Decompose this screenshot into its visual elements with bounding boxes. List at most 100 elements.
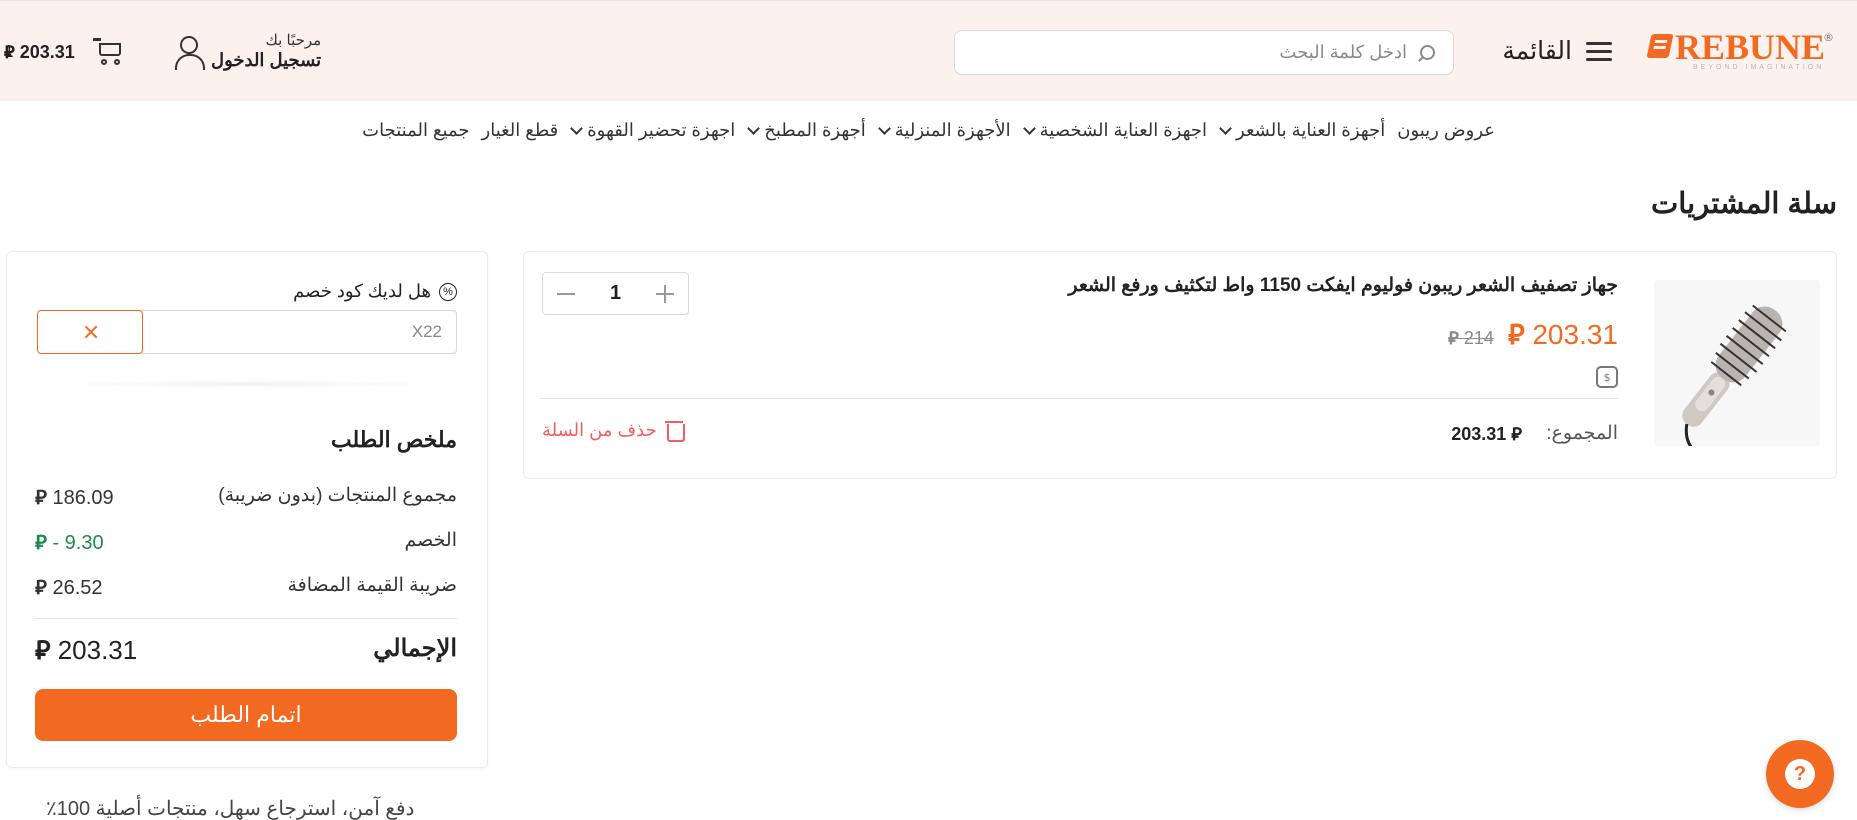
nav-item-kitchen[interactable]: أجهزة المطبخ xyxy=(741,120,872,141)
nav-item-label: عروض ريبون xyxy=(1397,119,1495,140)
summary-total-label: الإجمالي xyxy=(373,635,457,662)
summary-title: ملخص الطلب xyxy=(330,427,457,452)
clear-coupon-button[interactable] xyxy=(37,310,143,354)
summary-row-value: ⃁ - 9.30 xyxy=(35,529,104,555)
search-input[interactable] xyxy=(967,42,1407,63)
nav-item-home-appliances[interactable]: الأجهزة المنزلية xyxy=(872,120,1017,141)
summary-row-label: الخصم xyxy=(404,530,457,551)
item-total-amount: 203.31 xyxy=(1451,424,1507,444)
chevron-down-icon xyxy=(570,121,584,135)
menu-button[interactable]: القائمة xyxy=(1502,33,1612,69)
discount-icon: % xyxy=(439,282,457,301)
installments-icon: $ xyxy=(1596,366,1618,388)
brand-registered: ® xyxy=(1823,31,1834,44)
cart-item-card: جهاز تصفيف الشعر ريبون فوليوم ايفكت 1150… xyxy=(523,251,1837,479)
item-divider xyxy=(540,398,1618,399)
chevron-down-icon xyxy=(877,121,891,135)
increase-quantity-button[interactable] xyxy=(654,283,676,305)
header-cart[interactable]: ⃁ 203.31 xyxy=(4,29,127,73)
riyal-icon: ⃁ xyxy=(1511,424,1522,445)
user-icon xyxy=(173,34,205,70)
summary-row-label: ضريبة القيمة المضافة xyxy=(287,575,457,596)
remove-from-cart-button[interactable]: حذف من السلة xyxy=(542,419,685,442)
quantity-stepper: 1 xyxy=(542,272,689,315)
question-icon: ? xyxy=(1785,759,1815,789)
product-price-now: 203.31 ⃁ xyxy=(1508,315,1618,352)
total-amount: 203.31 xyxy=(57,635,138,665)
coupon-input[interactable] xyxy=(123,310,457,354)
chevron-down-icon xyxy=(1022,121,1036,135)
account-login[interactable]: مرحبًا بك تسجيل الدخول xyxy=(173,26,321,78)
summary-total-value: ⃁ 203.31 xyxy=(35,634,137,667)
brand-tagline: BEYOND IMAGINATION xyxy=(1693,64,1825,71)
nav-item-label: أجهزة العناية بالشعر xyxy=(1236,119,1386,140)
welcome-text: مرحبًا بك xyxy=(265,32,322,50)
chevron-down-icon xyxy=(747,121,761,135)
riyal-icon: ⃁ xyxy=(35,575,47,599)
vat-amount: 26.52 xyxy=(52,577,103,599)
login-link[interactable]: تسجيل الدخول xyxy=(211,50,321,72)
nav-item-offers[interactable]: عروض ريبون xyxy=(1391,120,1501,141)
summary-row-vat: ضريبة القيمة المضافة ⃁ 26.52 xyxy=(35,574,457,600)
search-icon[interactable] xyxy=(1417,43,1437,63)
search-box xyxy=(954,30,1454,75)
summary-row-value: ⃁ 26.52 xyxy=(35,574,103,600)
riyal-icon: ⃁ xyxy=(1448,328,1459,349)
nav-item-label: أجهزة المطبخ xyxy=(764,119,866,140)
price-now-value: 203.31 xyxy=(1532,319,1618,350)
category-nav: عروض ريبون أجهزة العناية بالشعر اجهزة ال… xyxy=(356,116,1501,144)
remove-label: حذف من السلة xyxy=(542,419,657,440)
nav-item-hair-care[interactable]: أجهزة العناية بالشعر xyxy=(1213,120,1391,141)
product-price-old: 214 ⃁ xyxy=(1448,326,1494,349)
subtotal-amount: 186.09 xyxy=(52,487,114,509)
riyal-icon: ⃁ xyxy=(35,485,47,509)
site-header: REBUNE ® BEYOND IMAGINATION القائمة مرحب… xyxy=(0,0,1857,101)
nav-item-label: الأجهزة المنزلية xyxy=(894,119,1011,140)
riyal-icon: ⃁ xyxy=(1507,318,1525,351)
help-button[interactable]: ? xyxy=(1766,740,1834,808)
summary-row-subtotal: مجموع المنتجات (بدون ضريبة) ⃁ 186.09 xyxy=(35,484,457,510)
cart-count-badge: 1 xyxy=(4,41,15,61)
brand-mark-icon xyxy=(1646,34,1674,58)
summary-total: الإجمالي ⃁ 203.31 xyxy=(35,634,457,667)
nav-item-spare-parts[interactable]: قطع الغيار xyxy=(476,120,565,141)
summary-row-label: مجموع المنتجات (بدون ضريبة) xyxy=(218,485,457,506)
nav-item-label: جميع المنتجات xyxy=(362,119,470,140)
nav-item-personal-care[interactable]: اجهزة العناية الشخصية xyxy=(1017,120,1213,141)
decrease-quantity-button[interactable] xyxy=(555,283,577,305)
hamburger-icon xyxy=(1586,41,1612,61)
product-prices: 203.31 ⃁ 214 ⃁ xyxy=(1448,315,1618,352)
section-separator xyxy=(47,380,447,388)
order-summary-card: % هل لديك كود خصم ملخص الطلب مجموع المنت… xyxy=(6,251,488,768)
cart-icon xyxy=(92,34,127,68)
quantity-value[interactable]: 1 xyxy=(610,282,621,305)
trash-icon xyxy=(664,419,685,442)
account-texts: مرحبًا بك تسجيل الدخول xyxy=(211,32,321,72)
chevron-down-icon xyxy=(1219,121,1232,135)
riyal-icon: ⃁ xyxy=(35,530,47,554)
hair-brush-illustration xyxy=(1682,304,1787,446)
coupon-question-text: هل لديك كود خصم xyxy=(293,281,431,301)
nav-item-label: اجهزة العناية الشخصية xyxy=(1039,119,1208,140)
checkout-button[interactable]: اتمام الطلب xyxy=(35,689,457,741)
trust-text: دفع آمن، استرجاع سهل، منتجات أصلية 100٪ xyxy=(46,798,415,820)
item-total-label: المجموع: xyxy=(1546,423,1618,444)
coupon-question: % هل لديك كود خصم xyxy=(293,281,457,302)
nav-item-label: اجهزة تحضير القهوة xyxy=(587,119,736,140)
brand-logo[interactable]: REBUNE ® BEYOND IMAGINATION xyxy=(1646,29,1837,77)
page-title: سلة المشتريات xyxy=(1651,188,1837,220)
summary-divider xyxy=(35,618,457,619)
product-name[interactable]: جهاز تصفيف الشعر ريبون فوليوم ايفكت 1150… xyxy=(1068,274,1618,297)
nav-item-all-products[interactable]: جميع المنتجات xyxy=(356,120,475,141)
header-cart-total: ⃁ 203.31 xyxy=(4,40,75,63)
discount-amount: - 9.30 xyxy=(52,532,104,554)
item-total-value: 203.31 ⃁ xyxy=(1451,422,1522,445)
price-old-value: 214 xyxy=(1463,328,1494,348)
riyal-icon: ⃁ xyxy=(35,636,51,666)
menu-label: القائمة xyxy=(1502,37,1572,65)
summary-row-discount: الخصم ⃁ - 9.30 xyxy=(35,529,457,555)
header-cart-total-value: 203.31 xyxy=(19,41,75,62)
nav-item-coffee[interactable]: اجهزة تحضير القهوة xyxy=(564,120,741,141)
summary-row-value: ⃁ 186.09 xyxy=(35,484,114,510)
product-image[interactable] xyxy=(1654,280,1820,446)
